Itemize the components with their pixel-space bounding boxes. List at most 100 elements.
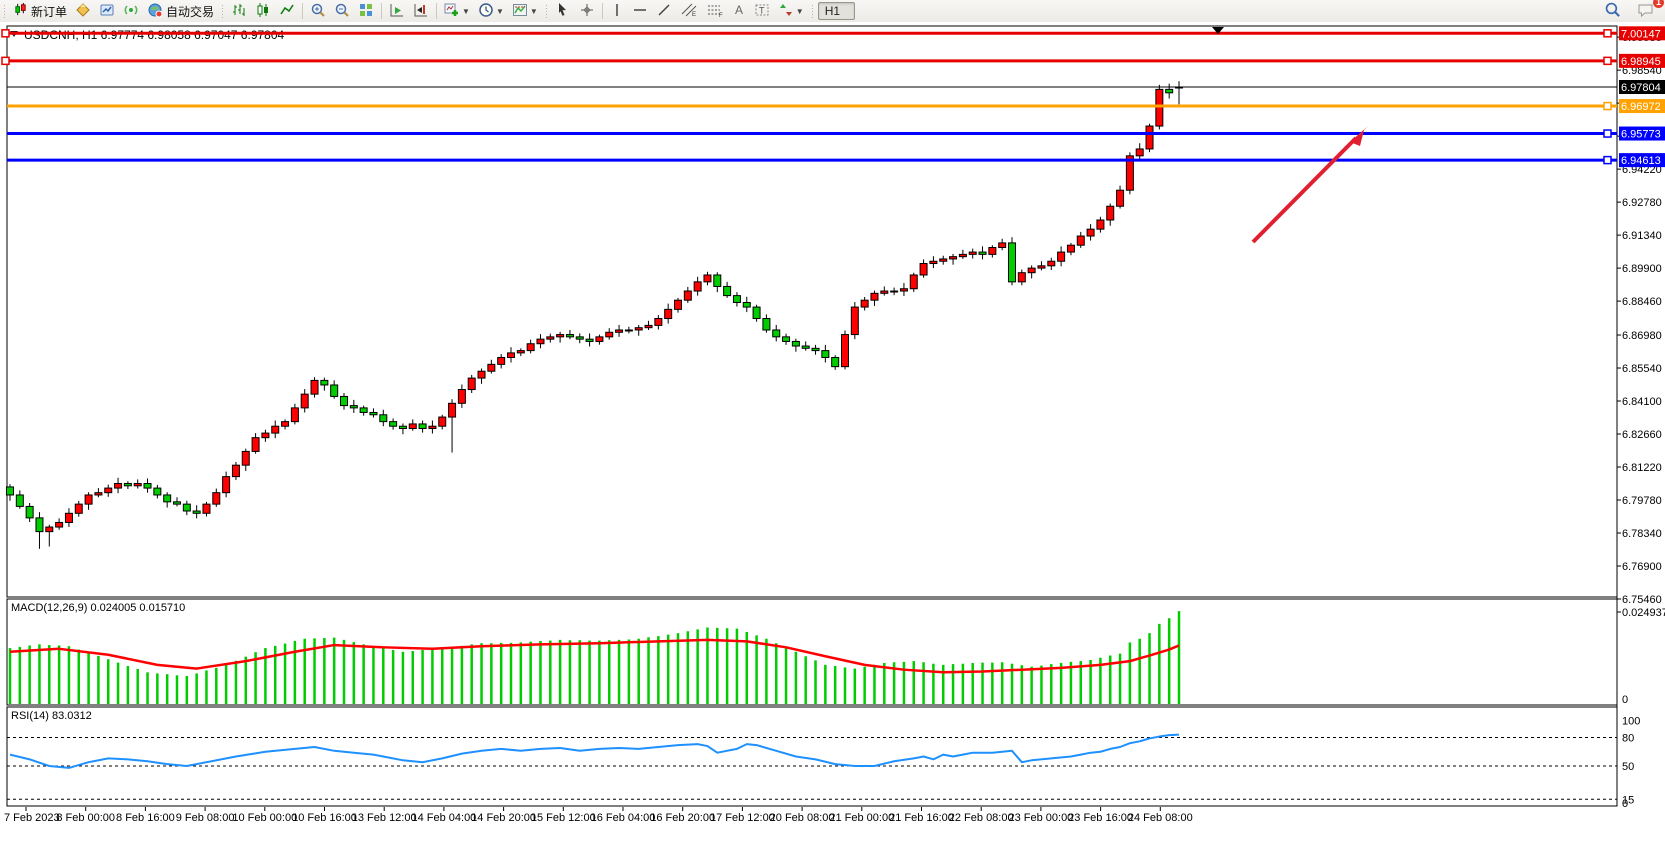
templates-button[interactable]: ▼ xyxy=(508,0,542,22)
candle-body xyxy=(85,495,92,504)
rsi-panel[interactable] xyxy=(7,707,1617,806)
candlestick-chart-button[interactable] xyxy=(251,0,275,22)
chart-title: USDCNH, H1 6.97774 6.98058 6.97047 6.978… xyxy=(24,28,285,42)
horizontal-line-tool-button[interactable] xyxy=(628,0,652,22)
deposit-button[interactable] xyxy=(71,0,95,22)
candle-body xyxy=(900,289,907,291)
candle-body xyxy=(164,495,171,502)
autotrading-button[interactable]: 自动交易 xyxy=(143,0,218,22)
tile-windows-button[interactable] xyxy=(354,0,378,22)
time-axis-label: 14 Feb 20:00 xyxy=(471,812,536,824)
candle-body xyxy=(645,325,652,327)
fibonacci-tool-button[interactable]: F xyxy=(702,0,728,22)
svg-text:T: T xyxy=(759,5,765,15)
candle-body xyxy=(802,346,809,348)
vertical-line-tool-button[interactable] xyxy=(606,0,628,22)
time-axis-label: 8 Feb 16:00 xyxy=(116,812,175,824)
price-axis-tick-label: 6.79780 xyxy=(1622,495,1662,507)
hline-6.95773-badge-label: 6.95773 xyxy=(1621,129,1661,141)
candle-body xyxy=(95,493,102,495)
candle-body xyxy=(733,296,740,303)
candle-body xyxy=(861,300,868,307)
candle-body xyxy=(635,328,642,330)
candle-body xyxy=(940,259,947,261)
zoom-in-button[interactable] xyxy=(306,0,330,22)
macd-label: MACD(12,26,9) 0.024005 0.015710 xyxy=(11,602,185,614)
toolbar-grip xyxy=(809,3,816,19)
candle-body xyxy=(979,252,986,254)
chat-button[interactable]: 1 xyxy=(1633,0,1659,22)
crosshair-icon xyxy=(579,2,595,21)
candle-body xyxy=(566,335,573,337)
arrows-tool-button[interactable]: ▼ xyxy=(774,0,808,22)
chart-window[interactable]: 6.999806.985406.971006.956606.942206.927… xyxy=(0,22,1665,838)
chart-shift-button[interactable] xyxy=(409,0,433,22)
price-axis-tick-label: 6.78340 xyxy=(1622,528,1662,540)
candle-body xyxy=(75,504,82,513)
candle-body xyxy=(694,282,701,291)
timeframe-h1-button[interactable]: H1 xyxy=(818,2,855,20)
autotrading-globe-icon xyxy=(147,2,163,21)
new-order-button[interactable]: 新订单 xyxy=(9,0,71,22)
chevron-down-icon: ▼ xyxy=(496,7,504,16)
text-icon: A xyxy=(732,2,746,21)
hline-7.00147-left-handle[interactable] xyxy=(2,30,9,37)
candle-body xyxy=(124,484,131,486)
candle-body xyxy=(1058,252,1065,261)
signals-button[interactable] xyxy=(119,0,143,22)
macd-zero-label: 0 xyxy=(1622,694,1628,706)
bar-chart-button[interactable] xyxy=(227,0,251,22)
candle-body xyxy=(272,426,279,433)
cursor-tool-button[interactable] xyxy=(551,0,575,22)
text-label-tool-button[interactable]: T xyxy=(750,0,774,22)
arrows-icon xyxy=(778,2,794,21)
hline-7.00147-right-handle[interactable] xyxy=(1604,30,1611,37)
candle-body xyxy=(429,426,436,428)
new-order-icon xyxy=(13,2,28,20)
candle-body xyxy=(439,417,446,426)
candle-body xyxy=(655,319,662,326)
candle-body xyxy=(1048,261,1055,266)
main-chart-panel[interactable] xyxy=(7,26,1617,597)
periods-button[interactable]: ▼ xyxy=(474,0,508,22)
market-watch-button[interactable] xyxy=(95,0,119,22)
candle-body xyxy=(1107,206,1114,220)
hline-6.96972-right-handle[interactable] xyxy=(1604,103,1611,110)
time-axis-label: 9 Feb 08:00 xyxy=(176,812,235,824)
candle-body xyxy=(419,424,426,429)
indicators-button[interactable]: ▼ xyxy=(440,0,474,22)
chevron-down-icon: ▼ xyxy=(796,7,804,16)
candle-body xyxy=(134,484,141,486)
candle-body xyxy=(606,332,613,337)
zoom-out-icon xyxy=(334,2,350,21)
toolbar-separator xyxy=(436,3,437,19)
toolbar-grip xyxy=(543,3,550,19)
hline-6.95773-right-handle[interactable] xyxy=(1604,130,1611,137)
hline-6.94613-right-handle[interactable] xyxy=(1604,157,1611,164)
toolbar-separator xyxy=(302,3,303,19)
crosshair-tool-button[interactable] xyxy=(575,0,599,22)
equidistant-channel-tool-button[interactable]: E xyxy=(676,0,702,22)
candle-body xyxy=(920,264,927,275)
zoom-out-button[interactable] xyxy=(330,0,354,22)
search-button[interactable] xyxy=(1600,0,1625,22)
auto-scroll-icon xyxy=(389,2,405,21)
trendline-tool-button[interactable] xyxy=(652,0,676,22)
candle-body xyxy=(242,451,249,465)
candle xyxy=(1008,237,1015,285)
tile-windows-icon xyxy=(358,2,374,21)
time-axis-label: 22 Feb 08:00 xyxy=(949,812,1014,824)
price-axis-tick-label: 6.81220 xyxy=(1622,462,1662,474)
rsi-scale-label: 80 xyxy=(1622,733,1634,745)
candle-body xyxy=(1038,266,1045,268)
candle-body xyxy=(1028,268,1035,273)
candle-body xyxy=(350,406,357,408)
text-tool-button[interactable]: A xyxy=(728,0,750,22)
hline-6.98945-left-handle[interactable] xyxy=(2,57,9,64)
hline-6.98945-right-handle[interactable] xyxy=(1604,57,1611,64)
line-chart-button[interactable] xyxy=(275,0,299,22)
candle-body xyxy=(773,330,780,337)
auto-scroll-button[interactable] xyxy=(385,0,409,22)
candle-body xyxy=(262,433,269,438)
candle xyxy=(1146,124,1153,152)
